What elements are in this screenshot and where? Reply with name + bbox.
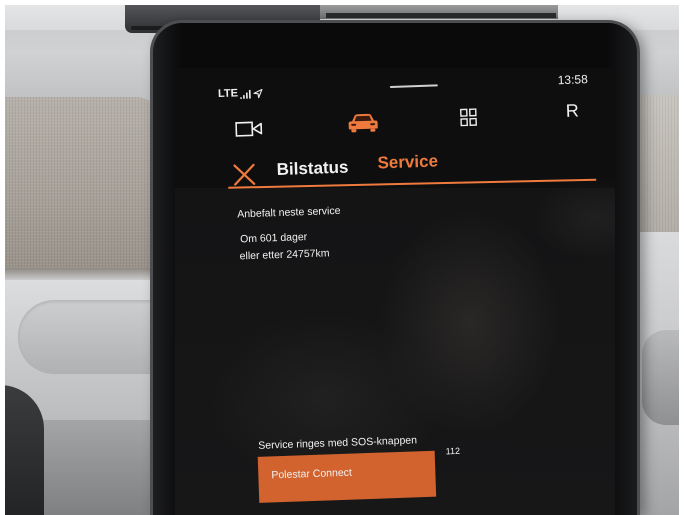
dashboard-trim-line [326,13,556,18]
header-divider [228,178,597,189]
network-label: LTE [217,87,239,101]
emergency-number: 112 [445,445,461,457]
service-distance-remaining: eller etter 24757km [239,247,330,263]
car-interior-photo: LTE 13:58 R Bilstatus Service Anbefalt n… [0,0,684,515]
location-arrow-icon [253,88,263,99]
center-display: LTE 13:58 R Bilstatus Service Anbefalt n… [150,20,640,515]
polestar-connect-button[interactable]: Polestar Connect [257,450,437,503]
nav-gear-indicator[interactable]: R [565,100,579,120]
console-left-vent [18,300,163,374]
service-days-remaining: Om 601 dager [239,231,308,246]
nav-car-button[interactable] [348,112,379,133]
console-left-bottom [40,420,165,515]
service-heading: Anbefalt neste service [237,204,341,221]
dashboard-fabric-left [0,97,168,277]
video-camera-icon [235,121,263,137]
tab-service[interactable]: Service [377,151,438,172]
app-grid-icon [459,108,477,127]
signal-bars-icon [240,89,251,99]
car-icon [348,113,378,133]
console-right-band [642,330,684,425]
nav-apps-button[interactable] [459,108,478,127]
close-button[interactable] [232,163,256,187]
polestar-connect-label: Polestar Connect [271,466,353,482]
pull-down-handle[interactable] [389,84,438,89]
tab-bilstatus[interactable]: Bilstatus [276,158,348,179]
status-clock: 13:58 [557,72,588,88]
close-icon [233,163,256,186]
status-network: LTE [218,87,263,100]
sos-hint: Service ringes med SOS-knappen [258,434,418,452]
nav-camera-button[interactable] [235,121,263,138]
display-screen: LTE 13:58 R Bilstatus Service Anbefalt n… [175,68,615,515]
service-app: LTE 13:58 R Bilstatus Service Anbefalt n… [175,68,615,515]
